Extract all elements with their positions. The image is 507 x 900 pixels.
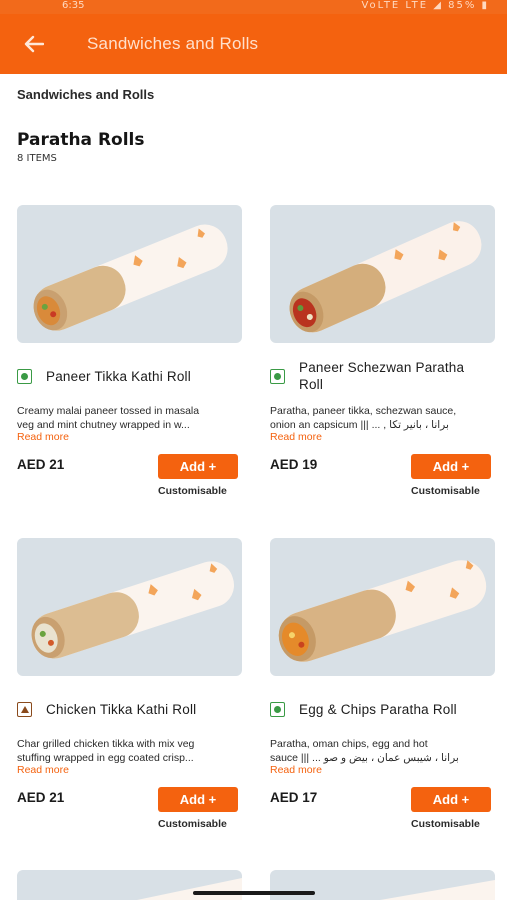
customisable-label: Customisable bbox=[411, 818, 480, 830]
status-bar: 6:35 VoLTE LTE ◢ 85% ▮ bbox=[0, 0, 507, 14]
section-title: Paratha Rolls bbox=[17, 130, 145, 150]
customisable-label: Customisable bbox=[158, 818, 227, 830]
home-indicator[interactable] bbox=[193, 891, 315, 895]
read-more-link[interactable]: Read more bbox=[270, 764, 322, 776]
read-more-link[interactable]: Read more bbox=[17, 431, 69, 443]
veg-indicator-icon bbox=[17, 369, 32, 384]
item-description: Char grilled chicken tikka with mix veg s… bbox=[17, 738, 195, 764]
customisable-label: Customisable bbox=[158, 485, 227, 497]
read-more-link[interactable]: Read more bbox=[270, 431, 322, 443]
veg-indicator-icon bbox=[270, 369, 285, 384]
item-image[interactable] bbox=[17, 205, 242, 343]
item-image[interactable] bbox=[270, 538, 495, 676]
veg-indicator-icon bbox=[270, 702, 285, 717]
item-description: Paratha, paneer tikka, schezwan sauce, on… bbox=[270, 405, 457, 431]
item-price: AED 17 bbox=[270, 790, 318, 805]
back-button[interactable] bbox=[14, 24, 54, 64]
back-arrow-icon bbox=[24, 35, 44, 53]
add-button[interactable]: Add + bbox=[158, 454, 238, 479]
item-description: Creamy malai paneer tossed in masala veg … bbox=[17, 405, 200, 431]
breadcrumb: Sandwiches and Rolls bbox=[17, 87, 155, 102]
item-image[interactable] bbox=[270, 870, 495, 900]
page-title: Sandwiches and Rolls bbox=[87, 34, 259, 53]
add-button[interactable]: Add + bbox=[411, 454, 491, 479]
section-item-count: 8 ITEMS bbox=[17, 153, 57, 164]
item-name: Paneer Schezwan Paratha Roll bbox=[299, 360, 465, 392]
item-image[interactable] bbox=[17, 538, 242, 676]
app-bar: Sandwiches and Rolls bbox=[0, 14, 507, 74]
item-name: Egg & Chips Paratha Roll bbox=[299, 702, 457, 717]
item-name: Paneer Tikka Kathi Roll bbox=[46, 369, 191, 384]
menu-item-card[interactable]: Chicken Tikka Kathi Roll Char grilled ch… bbox=[17, 538, 242, 838]
add-button[interactable]: Add + bbox=[158, 787, 238, 812]
status-icons: VoLTE LTE ◢ 85% ▮ bbox=[361, 0, 489, 11]
item-price: AED 21 bbox=[17, 457, 65, 472]
status-time: 6:35 bbox=[62, 0, 85, 11]
read-more-link[interactable]: Read more bbox=[17, 764, 69, 776]
non-veg-indicator-icon bbox=[17, 702, 32, 717]
item-price: AED 21 bbox=[17, 790, 65, 805]
menu-item-card[interactable]: Egg & Chips Paratha Roll Paratha, oman c… bbox=[270, 538, 495, 838]
add-button[interactable]: Add + bbox=[411, 787, 491, 812]
menu-item-card[interactable]: Paneer Tikka Kathi Roll Creamy malai pan… bbox=[17, 205, 242, 505]
customisable-label: Customisable bbox=[411, 485, 480, 497]
menu-item-card[interactable]: Paneer Schezwan Paratha Roll Paratha, pan… bbox=[270, 205, 495, 505]
item-description: Paratha, oman chips, egg and hot sauce ||… bbox=[270, 738, 459, 764]
item-price: AED 19 bbox=[270, 457, 318, 472]
item-image[interactable] bbox=[270, 205, 495, 343]
item-image[interactable] bbox=[17, 870, 242, 900]
item-name: Chicken Tikka Kathi Roll bbox=[46, 702, 197, 717]
